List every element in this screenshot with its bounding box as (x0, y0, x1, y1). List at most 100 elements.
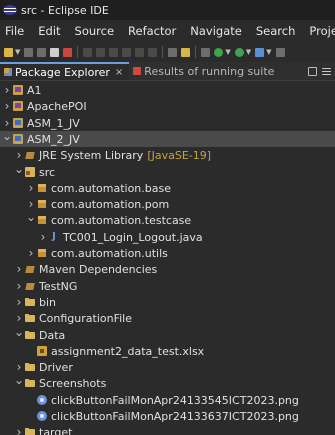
tree-item[interactable]: com.automation.base (0, 180, 335, 196)
tree-item[interactable]: target (0, 424, 335, 435)
view-menu-icon[interactable] (322, 67, 331, 75)
tree-item[interactable]: clickButtonFailMonApr24133637ICT2023.png (0, 408, 335, 424)
folder-icon (25, 362, 35, 372)
folder-icon (25, 297, 35, 307)
chevron-down-icon[interactable] (14, 376, 24, 390)
tab-package-explorer[interactable]: Package Explorer × (0, 62, 130, 80)
menu-bar: File Edit Source Refactor Navigate Searc… (0, 20, 335, 42)
tree-item[interactable]: Maven Dependencies (0, 261, 335, 277)
tree-item[interactable]: assignment2_data_test.xlsx (0, 343, 335, 359)
tree-item[interactable]: JRE System Library[JavaSE-19] (0, 147, 335, 163)
tree-item[interactable]: A1 (0, 82, 335, 98)
project-j-icon (13, 134, 23, 144)
tree-item[interactable]: TestNG (0, 278, 335, 294)
debug-icon[interactable] (214, 47, 224, 57)
tree-item[interactable]: Driver (0, 359, 335, 375)
tree-item-label: ASM_1_JV (27, 116, 80, 130)
tree-item[interactable]: J TC001_Login_Logout.java (0, 229, 335, 245)
step-return-icon[interactable] (148, 47, 158, 57)
run-icon[interactable] (234, 47, 244, 57)
eclipse-logo-icon (3, 5, 17, 15)
step-into-icon[interactable] (122, 47, 132, 57)
debug-dropdown-icon[interactable]: ▼ (225, 48, 230, 56)
tree-item[interactable]: ASM_1_JV (0, 115, 335, 131)
chevron-right-icon[interactable] (26, 197, 36, 211)
chevron-right-icon[interactable] (26, 181, 36, 195)
menu-refactor[interactable]: Refactor (121, 20, 183, 42)
toggle-block-icon[interactable] (168, 47, 178, 57)
minimize-view-icon[interactable] (308, 66, 317, 76)
menu-navigate[interactable]: Navigate (183, 20, 249, 42)
tree-item[interactable]: ApachePOI (0, 98, 335, 114)
library-icon (25, 264, 35, 274)
tree-item[interactable]: ASM_2_JV (0, 131, 335, 147)
chevron-right-icon[interactable] (2, 116, 12, 130)
tree-item[interactable]: com.automation.utils (0, 245, 335, 261)
tree-item[interactable]: src (0, 164, 335, 180)
folder-icon (25, 313, 35, 323)
chevron-down-icon[interactable] (14, 165, 24, 179)
console-icon[interactable] (201, 47, 211, 57)
png-icon (37, 411, 47, 421)
step-over-icon[interactable] (135, 47, 145, 57)
search-icon[interactable] (275, 47, 285, 57)
chevron-right-icon[interactable] (14, 360, 24, 374)
chevron-right-icon[interactable] (14, 295, 24, 309)
tab-label: Package Explorer (15, 65, 110, 79)
save-all-icon[interactable] (37, 47, 47, 57)
chevron-right-icon[interactable] (14, 279, 24, 293)
tree-item[interactable]: Data (0, 327, 335, 343)
skip-breakpoints-icon[interactable] (63, 47, 73, 57)
title-bar: src - Eclipse IDE (0, 0, 335, 20)
folder-icon (25, 330, 35, 340)
chevron-down-icon[interactable] (14, 328, 24, 342)
folder-icon (25, 427, 35, 435)
terminate-icon[interactable] (109, 47, 119, 57)
chevron-right-icon[interactable] (14, 425, 24, 435)
new-dropdown-icon[interactable]: ▼ (15, 48, 20, 56)
suspend-icon[interactable] (96, 47, 106, 57)
menu-source[interactable]: Source (68, 20, 122, 42)
terminal-icon[interactable] (50, 47, 60, 57)
tab-junit-results[interactable]: Results of running suite (129, 62, 280, 80)
chevron-right-icon[interactable] (38, 230, 48, 244)
chevron-right-icon[interactable] (14, 311, 24, 325)
package-icon (37, 215, 47, 225)
tree-item[interactable]: clickButtonFailMonApr24133545ICT2023.png (0, 392, 335, 408)
chevron-right-icon[interactable] (26, 246, 36, 260)
menu-file[interactable]: File (0, 20, 31, 42)
close-icon[interactable]: × (115, 67, 123, 78)
chevron-down-icon[interactable] (2, 132, 12, 146)
chevron-right-icon[interactable] (14, 262, 24, 276)
tree-item[interactable]: ConfigurationFile (0, 310, 335, 326)
external-tools-dropdown-icon[interactable]: ▼ (266, 48, 271, 56)
external-tools-icon[interactable] (255, 47, 265, 57)
menu-edit[interactable]: Edit (31, 20, 67, 42)
tree-item-label: src (39, 165, 56, 179)
package-icon (37, 248, 47, 258)
resume-icon[interactable] (83, 47, 93, 57)
chevron-right-icon[interactable] (2, 99, 12, 113)
java-icon: J (52, 231, 56, 242)
tree-item[interactable]: bin (0, 294, 335, 310)
chevron-right-icon[interactable] (14, 148, 24, 162)
save-icon[interactable] (24, 47, 34, 57)
tree-item[interactable]: com.automation.testcase (0, 212, 335, 228)
main-toolbar: ▼ ▼ ▼ ▼ (0, 42, 335, 62)
chevron-right-icon[interactable] (2, 83, 12, 97)
tree-item-label: Data (39, 328, 66, 342)
tree-item-label: assignment2_data_test.xlsx (51, 344, 205, 358)
xlsx-icon (37, 346, 47, 356)
tree-item[interactable]: Screenshots (0, 375, 335, 391)
menu-project[interactable]: Project (302, 20, 335, 42)
run-dropdown-icon[interactable]: ▼ (246, 48, 251, 56)
tree-item-label: Driver (39, 360, 73, 374)
chevron-down-icon[interactable] (26, 213, 36, 227)
package-explorer-icon (4, 68, 12, 76)
project-icon (13, 85, 23, 95)
build-icon[interactable] (181, 47, 191, 57)
menu-search[interactable]: Search (249, 20, 303, 42)
new-icon[interactable] (4, 47, 13, 57)
tree-item[interactable]: com.automation.pom (0, 196, 335, 212)
toolbar-separator (77, 46, 79, 58)
